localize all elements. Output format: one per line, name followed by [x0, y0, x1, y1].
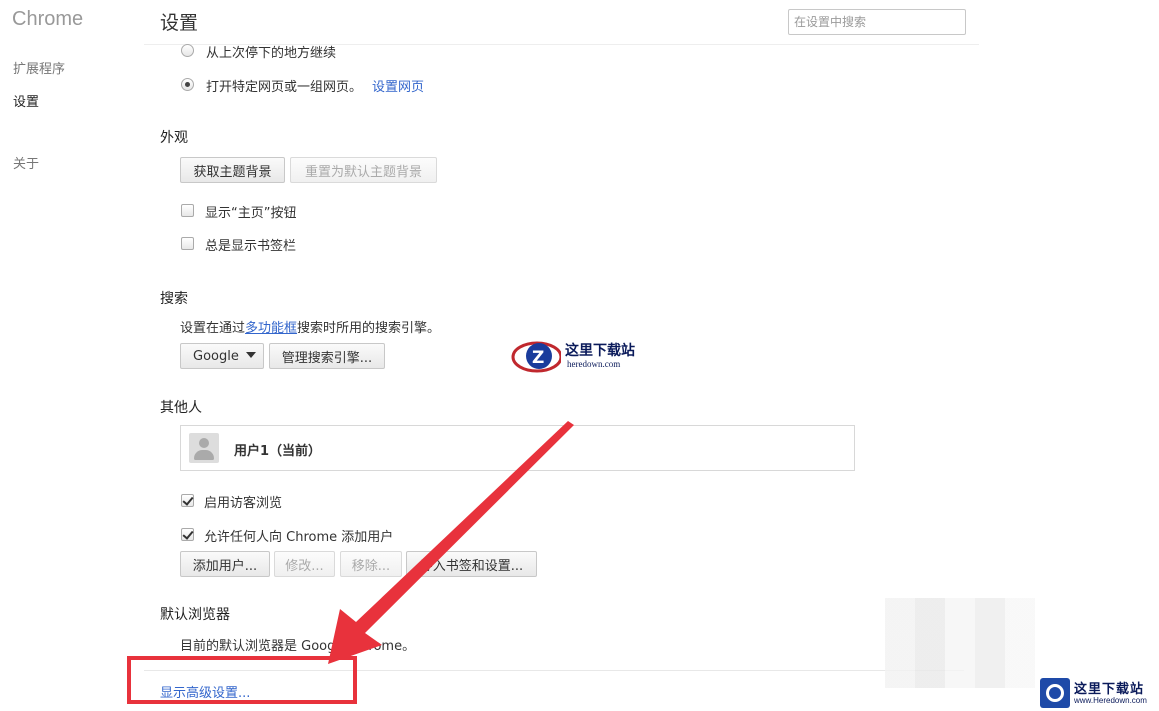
heredown-corner-logo-icon: [1040, 678, 1070, 708]
watermark-center-en: heredown.com: [567, 359, 621, 369]
heredown-logo-icon: Z: [511, 341, 561, 373]
annotation-highlight-box: [127, 656, 357, 704]
watermark-center: Z 这里下载站 heredown.com: [511, 337, 651, 377]
arrow-shape: [328, 421, 574, 664]
watermark-corner-cn: 这里下载站: [1074, 682, 1145, 697]
watermark-corner-en: www.Heredown.com: [1074, 696, 1147, 705]
svg-text:Z: Z: [532, 348, 544, 368]
blurred-area: [885, 598, 1035, 688]
watermark-corner: 这里下载站 www.Heredown.com: [1040, 676, 1158, 710]
watermark-center-cn: 这里下载站: [565, 343, 635, 359]
